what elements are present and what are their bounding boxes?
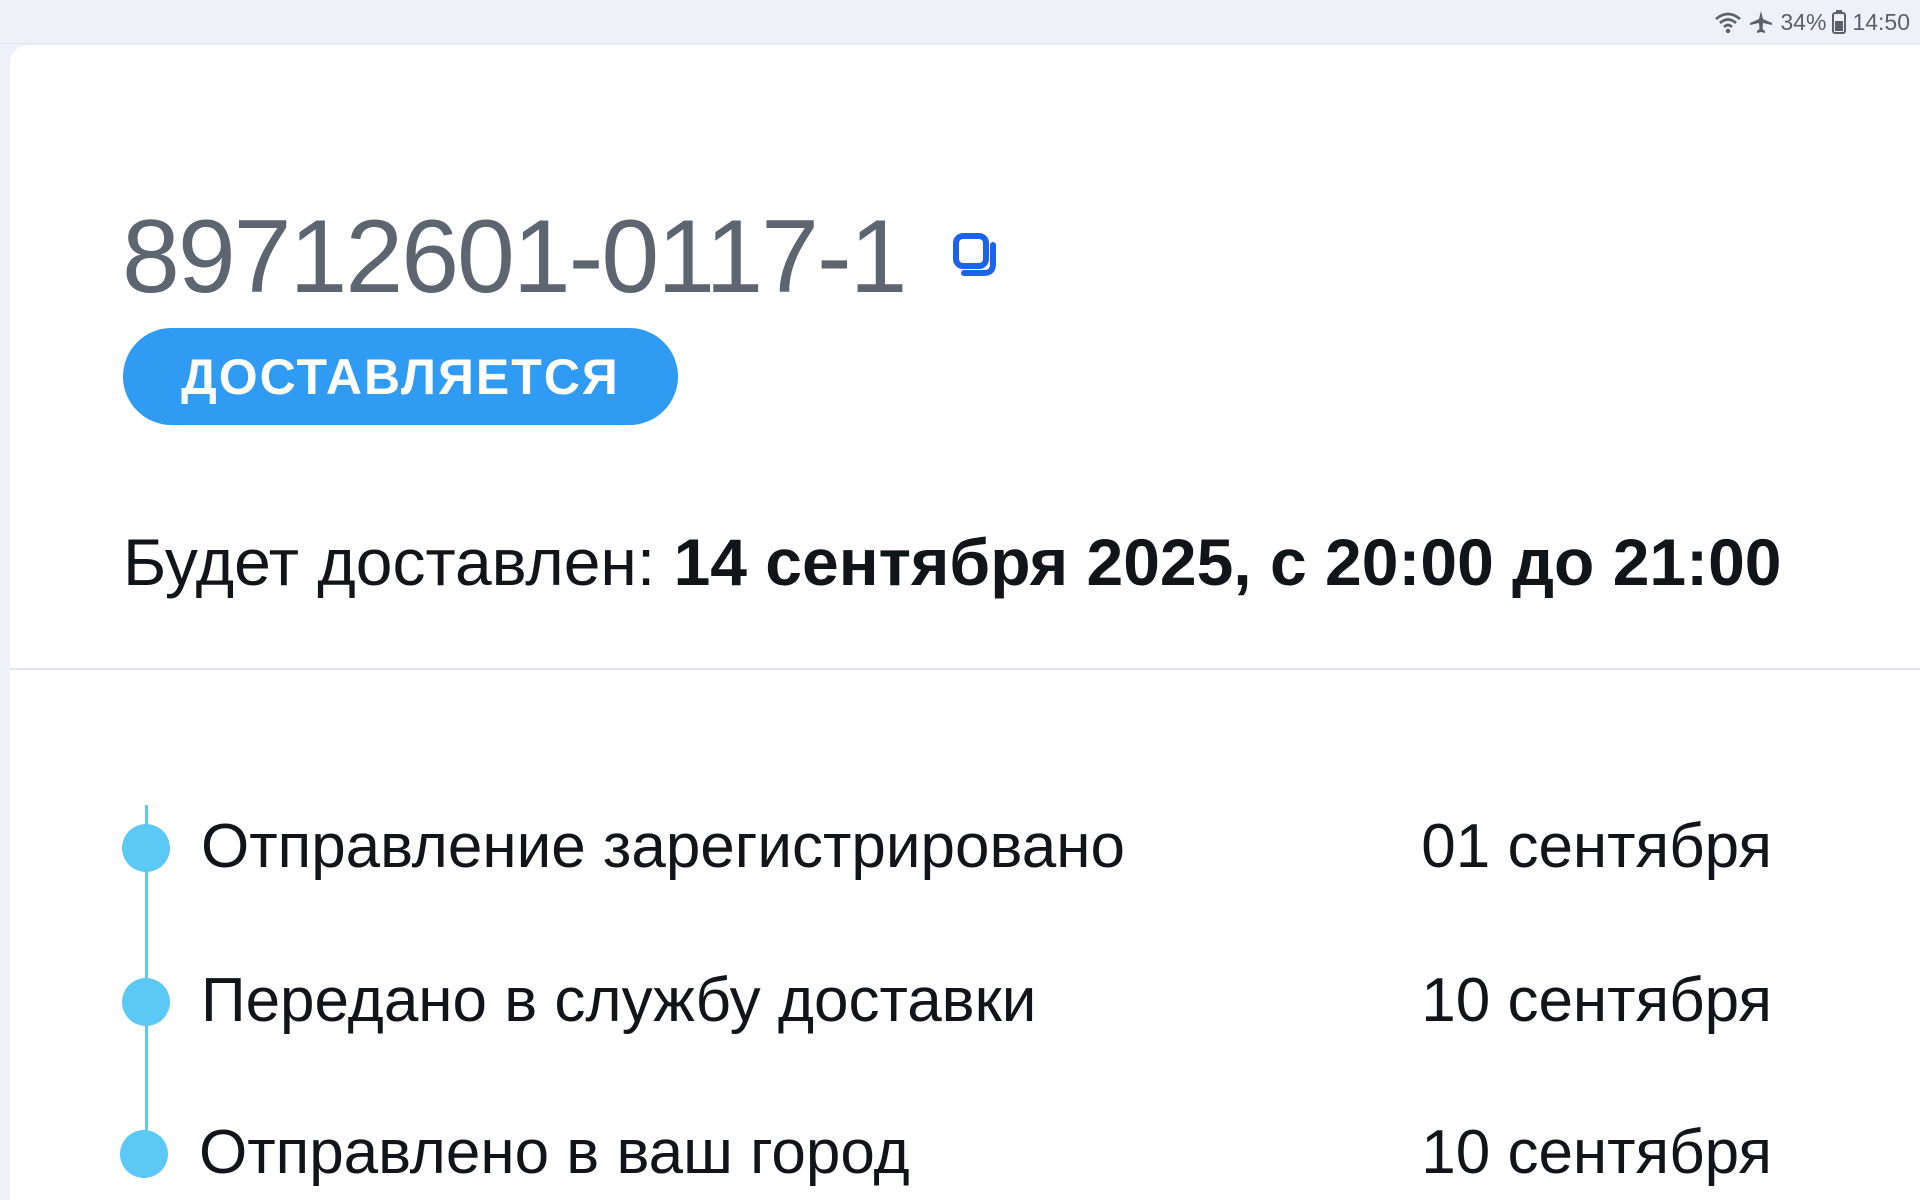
order-card: 89712601-0117-1 ДОСТАВЛЯЕТСЯ Будет доста… — [10, 45, 1920, 1200]
clock: 14:50 — [1852, 8, 1910, 35]
timeline-event: Отправление зарегистрировано 01 сентября — [10, 807, 1920, 887]
timeline-event: Отправлено в ваш город 10 сентября — [10, 1113, 1920, 1193]
timeline-event-label: Отправление зарегистрировано — [201, 812, 1125, 881]
status-icons: 34% 14:50 — [1714, 7, 1910, 37]
timeline-dot — [122, 978, 170, 1026]
timeline-event-date: 10 сентября — [1421, 1118, 1772, 1187]
wifi-icon — [1714, 10, 1742, 34]
timeline-event: Передано в службу доставки 10 сентября — [10, 961, 1920, 1041]
tracking-timeline: Отправление зарегистрировано 01 сентября… — [10, 45, 1920, 1200]
timeline-dot — [120, 1130, 168, 1178]
airplane-icon — [1748, 9, 1774, 35]
timeline-event-date: 10 сентября — [1421, 966, 1772, 1035]
timeline-event-label: Передано в службу доставки — [201, 966, 1037, 1035]
battery-icon — [1832, 10, 1847, 34]
timeline-event-date: 01 сентября — [1421, 812, 1772, 881]
system-status-bar: 34% 14:50 — [0, 0, 1920, 44]
timeline-event-label: Отправлено в ваш город — [199, 1118, 910, 1187]
battery-percent: 34% — [1780, 8, 1827, 35]
timeline-dot — [122, 824, 170, 872]
